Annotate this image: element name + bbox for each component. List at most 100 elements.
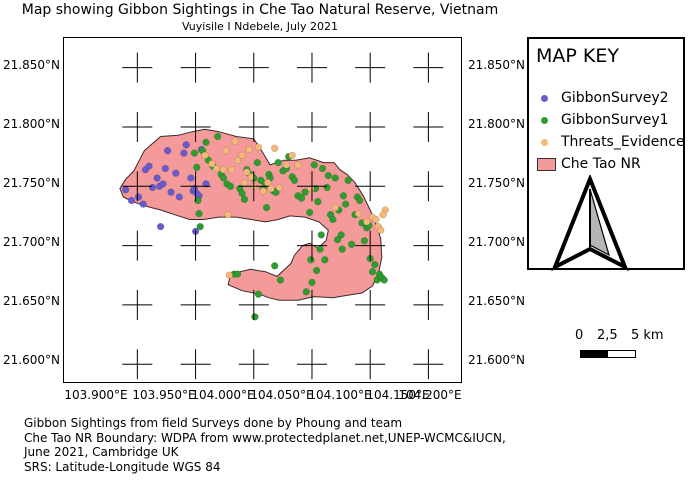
map-title: Map showing Gibbon Sightings in Che Tao …: [21, 2, 499, 18]
lat-label-left: 21.750°N: [3, 176, 60, 190]
threats-evidence-point: [259, 187, 267, 195]
lat-label-right: 21.650°N: [468, 294, 525, 308]
gibbon-survey2-point: [156, 222, 165, 231]
map-canvas: [119, 52, 444, 380]
gibbon-survey1-point: [342, 200, 350, 208]
gibbon-survey2-point: [145, 162, 153, 170]
credit-line: SRS: Latitude-Longitude WGS 84: [24, 459, 221, 474]
gibbon-survey1-point: [306, 208, 314, 217]
gibbon-survey1-point: [302, 288, 310, 296]
scale-segment: [608, 351, 635, 357]
threats-evidence-point: [288, 151, 296, 160]
gibbon-survey1-point: [356, 196, 364, 205]
gibbon-survey1-point: [240, 195, 249, 203]
gibbon-survey1-point: [253, 158, 261, 167]
threats-evidence-point: [267, 184, 275, 193]
gibbon-survey1-point: [193, 163, 201, 171]
threats-evidence-point: [282, 161, 291, 169]
legend-label: Che Tao NR: [561, 156, 641, 172]
threats-evidence-point: [245, 145, 253, 154]
legend-marker: [541, 116, 548, 124]
gibbon-survey1-point: [290, 176, 299, 184]
gibbon-survey1-point: [344, 176, 352, 184]
legend-item-che-tao-nr: Che Tao NR: [537, 154, 641, 174]
scale-label: 2,5: [597, 328, 618, 343]
lat-label-right: 21.700°N: [468, 235, 525, 249]
north-arrow-icon: [551, 175, 629, 272]
credit-line: June 2021, Cambridge UK: [24, 445, 179, 459]
lon-label: 104.200°E: [398, 388, 462, 402]
che-tao-nr-boundary: [119, 128, 383, 301]
map-credits: Gibbon Sightings from field Surveys done…: [24, 416, 506, 474]
gibbon-survey2-point: [180, 149, 188, 157]
threats-evidence-point: [294, 161, 302, 169]
map-frame: [63, 37, 462, 383]
scale-bar: [580, 350, 636, 358]
lat-label-right: 21.850°N: [468, 58, 525, 72]
gibbon-survey1-point: [276, 276, 285, 284]
gibbon-survey2-point: [161, 164, 169, 173]
gibbon-survey1-point: [339, 192, 348, 200]
gibbon-survey1-point: [262, 203, 271, 212]
scale-label: 5 km: [631, 328, 664, 343]
gibbon-survey1-point: [318, 164, 327, 173]
gibbon-survey2-point: [127, 196, 136, 205]
legend-label: Threats_Evidence: [561, 134, 685, 150]
gibbon-survey1-point: [331, 174, 339, 182]
gibbon-survey1-point: [368, 268, 377, 276]
legend-item-threats-evidence: Threats_Evidence: [537, 132, 685, 152]
gibbon-survey1-point: [380, 276, 388, 284]
lat-label-right: 21.750°N: [468, 176, 525, 190]
legend-item-gibbonsurvey1: GibbonSurvey1: [537, 110, 669, 130]
legend-marker: [541, 138, 548, 146]
threats-evidence-point: [240, 179, 249, 187]
gibbon-survey2-point: [172, 169, 180, 177]
threats-evidence-point: [379, 211, 387, 219]
gibbon-survey1-point: [314, 198, 322, 206]
lat-label-right: 21.600°N: [468, 353, 525, 367]
threats-evidence-point: [254, 143, 263, 151]
gibbon-survey1-point: [347, 240, 356, 249]
scale-segment: [581, 351, 608, 357]
gibbon-survey2-point: [187, 174, 195, 182]
gibbon-survey1-point: [371, 260, 379, 269]
gibbon-survey1-point: [310, 161, 318, 169]
threats-evidence-point: [238, 151, 246, 160]
gibbon-survey1-point: [251, 313, 259, 321]
gibbon-survey2-point: [175, 193, 183, 201]
lat-label-left: 21.600°N: [3, 353, 60, 367]
gibbon-survey1-point: [271, 262, 279, 270]
gibbon-survey1-point: [190, 149, 199, 157]
threats-evidence-point: [227, 166, 236, 174]
threats-evidence-point: [264, 179, 272, 187]
gibbon-survey2-point: [139, 200, 147, 208]
threats-evidence-point: [271, 144, 279, 152]
threats-evidence-point: [225, 271, 233, 279]
threats-evidence-point: [231, 137, 239, 145]
gibbon-survey2-point: [182, 141, 190, 149]
legend-label: GibbonSurvey1: [561, 112, 669, 128]
credit-line: Che Tao NR Boundary: WDPA from www.prote…: [24, 430, 506, 445]
gibbon-survey2-point: [167, 188, 175, 196]
gibbon-survey1-point: [297, 194, 306, 202]
gibbon-survey1-point: [312, 266, 321, 275]
gibbon-survey1-point: [316, 245, 324, 253]
lat-label-right: 21.800°N: [468, 117, 525, 131]
scale-label: 0: [575, 328, 584, 343]
lat-label-left: 21.700°N: [3, 235, 60, 249]
gibbon-survey1-point: [321, 256, 329, 264]
threats-evidence-point: [331, 203, 339, 212]
lat-label-left: 21.800°N: [3, 117, 60, 131]
threats-evidence-point: [377, 226, 385, 234]
gibbon-survey1-point: [202, 138, 210, 147]
gibbon-survey1-point: [196, 222, 204, 231]
gibbon-survey2-point: [159, 180, 167, 188]
threats-evidence-point: [354, 209, 363, 218]
gibbon-survey1-point: [219, 174, 228, 182]
credit-line: Gibbon Sightings from field Surveys done…: [24, 416, 403, 430]
gibbon-survey2-point: [163, 147, 172, 155]
gibbon-survey1-point: [324, 171, 332, 180]
threats-evidence-point: [201, 151, 209, 160]
lat-label-left: 21.850°N: [3, 58, 60, 72]
gibbon-survey1-point: [360, 237, 369, 245]
